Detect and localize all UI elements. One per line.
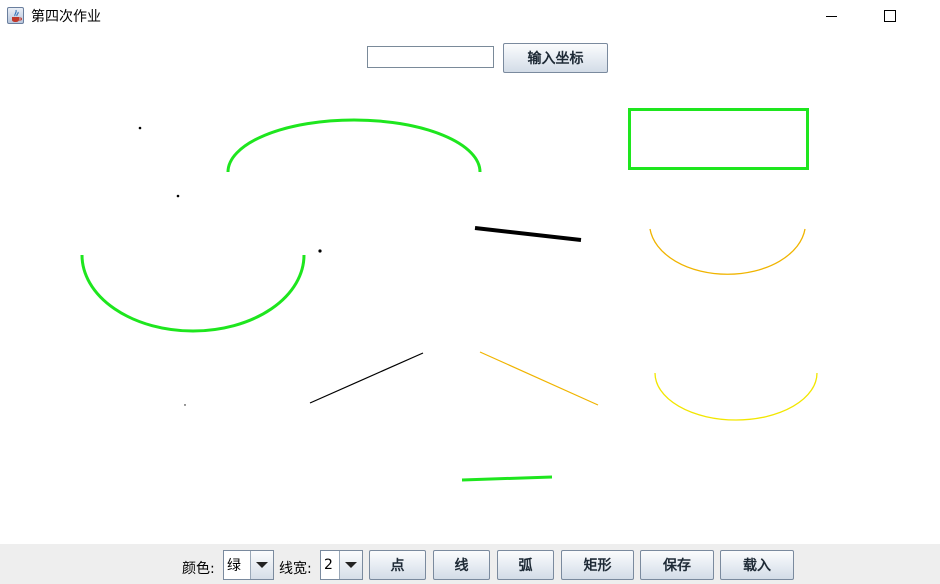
- maximize-icon[interactable]: [880, 6, 900, 26]
- line-shape: [474, 226, 582, 242]
- color-label: 颜色:: [182, 561, 215, 577]
- window-title: 第四次作业: [31, 9, 101, 25]
- line-button[interactable]: 线: [433, 550, 490, 580]
- point-shape: [318, 249, 322, 253]
- java-cup-icon: [7, 7, 24, 24]
- line-width-select[interactable]: 2: [320, 550, 363, 580]
- minimize-icon[interactable]: [822, 6, 842, 26]
- coordinate-input[interactable]: [367, 46, 494, 68]
- line-width-label: 线宽:: [279, 561, 312, 577]
- drawing-canvas[interactable]: [0, 80, 940, 544]
- point-shape: [138, 126, 142, 130]
- rectangle-shape: [628, 108, 809, 170]
- point-button[interactable]: 点: [369, 550, 426, 580]
- title-bar: 第四次作业: [0, 0, 940, 34]
- color-select[interactable]: 绿: [223, 550, 274, 580]
- arc-shape: [654, 372, 818, 421]
- save-button[interactable]: 保存: [640, 550, 714, 580]
- arc-button[interactable]: 弧: [497, 550, 554, 580]
- line-shape: [479, 351, 599, 406]
- chevron-down-icon[interactable]: [339, 551, 362, 579]
- load-button[interactable]: 载入: [720, 550, 794, 580]
- arc-shape: [226, 118, 482, 173]
- chevron-down-icon[interactable]: [250, 551, 273, 579]
- arc-shape: [649, 228, 806, 275]
- color-select-value: 绿: [227, 558, 241, 574]
- line-shape: [309, 352, 424, 404]
- point-shape: [176, 194, 180, 198]
- input-coordinates-button[interactable]: 输入坐标: [503, 43, 608, 73]
- rectangle-button[interactable]: 矩形: [561, 550, 634, 580]
- line-width-select-value: 2: [324, 557, 333, 573]
- arc-shape: [80, 254, 306, 333]
- point-shape: [184, 404, 186, 406]
- line-shape: [461, 475, 553, 482]
- drawing-surface[interactable]: [0, 80, 940, 544]
